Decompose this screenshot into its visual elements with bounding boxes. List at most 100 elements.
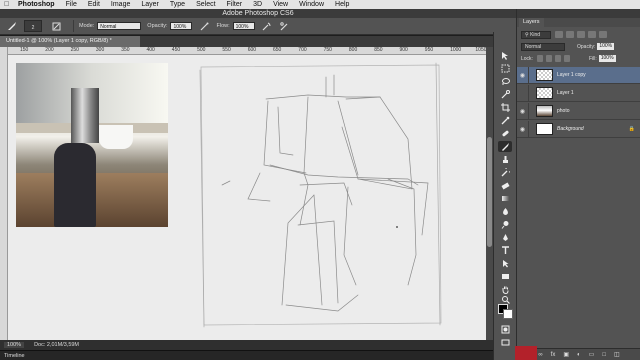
- doc-size[interactable]: Doc: 2,01M/3,59M: [34, 342, 79, 348]
- type-filter-icon[interactable]: [577, 31, 585, 38]
- opacity-label: Opacity:: [577, 43, 596, 50]
- lock-position-icon[interactable]: [554, 55, 561, 62]
- clone-stamp-tool-icon[interactable]: [498, 154, 512, 165]
- menu-type[interactable]: Type: [170, 1, 185, 8]
- layer-row[interactable]: ◉ photo: [517, 102, 640, 120]
- lock-all-icon[interactable]: [563, 55, 570, 62]
- mode-select[interactable]: Normal: [97, 22, 142, 30]
- ruler-tick-label: 1000: [450, 47, 462, 53]
- background-color[interactable]: [503, 309, 513, 319]
- pen-tool-icon[interactable]: [498, 232, 512, 243]
- layer-name[interactable]: Background: [557, 126, 584, 132]
- mode-label: Mode:: [79, 23, 95, 29]
- menu-view[interactable]: View: [273, 1, 288, 8]
- type-tool-icon[interactable]: [498, 245, 512, 256]
- lock-transparent-icon[interactable]: [536, 55, 543, 62]
- dodge-tool-icon[interactable]: [498, 219, 512, 230]
- menu-photoshop[interactable]: Photoshop: [18, 1, 55, 8]
- ruler-tick-label: 650: [273, 47, 282, 53]
- eye-icon[interactable]: ◉: [517, 66, 529, 84]
- menu-3d[interactable]: 3D: [253, 1, 262, 8]
- move-tool-icon[interactable]: [498, 50, 512, 61]
- menu-filter[interactable]: Filter: [227, 1, 243, 8]
- blur-tool-icon[interactable]: [498, 206, 512, 217]
- pressure-size-icon[interactable]: [279, 20, 291, 32]
- adjustment-filter-icon[interactable]: [566, 31, 574, 38]
- smart-object-filter-icon[interactable]: [599, 31, 607, 38]
- layer-row[interactable]: ◉ Layer 1 copy: [517, 66, 640, 84]
- menu-file[interactable]: File: [66, 1, 77, 8]
- eye-hidden-icon[interactable]: [517, 84, 529, 102]
- new-group-icon[interactable]: ▭: [589, 351, 595, 358]
- zoom-level[interactable]: 100%: [4, 342, 25, 348]
- eraser-tool-icon[interactable]: [498, 180, 512, 191]
- eye-icon[interactable]: ◉: [517, 120, 529, 138]
- new-layer-icon[interactable]: □: [602, 352, 606, 358]
- opacity-label: Opacity:: [147, 23, 168, 29]
- layer-name[interactable]: Layer 1: [557, 90, 574, 96]
- blend-mode-select[interactable]: Normal: [521, 42, 565, 51]
- layer-opacity-field[interactable]: 100%: [597, 43, 615, 50]
- link-layers-icon[interactable]: ∞: [538, 352, 542, 358]
- adjustment-layer-icon[interactable]: ◐: [577, 352, 581, 358]
- pressure-opacity-icon[interactable]: [198, 20, 210, 32]
- menu-select[interactable]: Select: [196, 1, 215, 8]
- brush-preset-picker[interactable]: 2: [24, 20, 42, 32]
- fx-icon[interactable]: fx: [551, 352, 556, 358]
- shape-filter-icon[interactable]: [588, 31, 596, 38]
- layer-name[interactable]: photo: [557, 108, 570, 114]
- eyedropper-tool-icon[interactable]: [498, 115, 512, 126]
- brush-tool-icon[interactable]: [498, 141, 512, 152]
- history-brush-tool-icon[interactable]: [498, 167, 512, 178]
- quick-mask-icon[interactable]: [498, 324, 512, 335]
- layer-thumbnail: [536, 69, 553, 81]
- panel-header: [517, 9, 640, 18]
- ruler-tick-label: 750: [323, 47, 332, 53]
- layer-row[interactable]: ◉ Background 🔒: [517, 120, 640, 138]
- opacity-field[interactable]: 100%: [170, 22, 193, 30]
- lock-image-icon[interactable]: [545, 55, 552, 62]
- scrollbar-thumb[interactable]: [487, 137, 492, 247]
- fill-field[interactable]: 100%: [598, 55, 616, 62]
- rectangle-tool-icon[interactable]: [498, 271, 512, 282]
- flow-field[interactable]: 100%: [232, 22, 255, 30]
- vertical-scrollbar[interactable]: [486, 47, 493, 340]
- path-selection-tool-icon[interactable]: [498, 258, 512, 269]
- menu-edit[interactable]: Edit: [88, 1, 100, 8]
- ruler-tick-label: 200: [45, 47, 54, 53]
- canvas[interactable]: [8, 55, 486, 340]
- layer-name[interactable]: Layer 1 copy: [557, 72, 586, 78]
- brush-tool-icon[interactable]: [6, 20, 18, 32]
- kind-label: Kind: [530, 31, 541, 38]
- menu-image[interactable]: Image: [111, 1, 130, 8]
- marquee-tool-icon[interactable]: [498, 63, 512, 74]
- timeline-panel[interactable]: Timeline: [0, 350, 516, 360]
- layer-row[interactable]: Layer 1: [517, 84, 640, 102]
- document-tab[interactable]: Untitled-1 @ 100% (Layer 1 copy, RGB/8) …: [0, 36, 140, 47]
- healing-brush-tool-icon[interactable]: [498, 128, 512, 139]
- pencil-sketch: [199, 62, 442, 328]
- mac-menubar:  Photoshop File Edit Image Layer Type S…: [0, 0, 640, 9]
- lasso-tool-icon[interactable]: [498, 76, 512, 87]
- screen-mode-icon[interactable]: [498, 337, 512, 348]
- layers-panel: Layers ⚲ Kind Normal Opacity: 100% Lock:…: [516, 9, 640, 360]
- eye-icon[interactable]: ◉: [517, 102, 529, 120]
- horizontal-ruler[interactable]: 150 200 250 300 350 400 450 500 550 600 650 700 750 8…: [8, 47, 486, 55]
- brush-panel-icon[interactable]: [50, 20, 62, 32]
- gradient-tool-icon[interactable]: [498, 193, 512, 204]
- apple-icon[interactable]: : [4, 1, 12, 8]
- crop-tool-icon[interactable]: [498, 102, 512, 113]
- trash-icon[interactable]: ◫: [614, 351, 620, 358]
- kind-filter-select[interactable]: ⚲ Kind: [521, 30, 551, 39]
- airbrush-icon[interactable]: [261, 20, 273, 32]
- menu-help[interactable]: Help: [335, 1, 349, 8]
- add-mask-icon[interactable]: ▣: [563, 351, 569, 358]
- tab-layers[interactable]: Layers: [519, 18, 544, 27]
- menu-window[interactable]: Window: [299, 1, 324, 8]
- vertical-ruler[interactable]: [0, 47, 8, 340]
- pixel-filter-icon[interactable]: [555, 31, 563, 38]
- document-tabbar: Untitled-1 @ 100% (Layer 1 copy, RGB/8) …: [0, 36, 516, 47]
- color-swatches[interactable]: [498, 304, 513, 319]
- quick-select-tool-icon[interactable]: [498, 89, 512, 100]
- menu-layer[interactable]: Layer: [141, 1, 159, 8]
